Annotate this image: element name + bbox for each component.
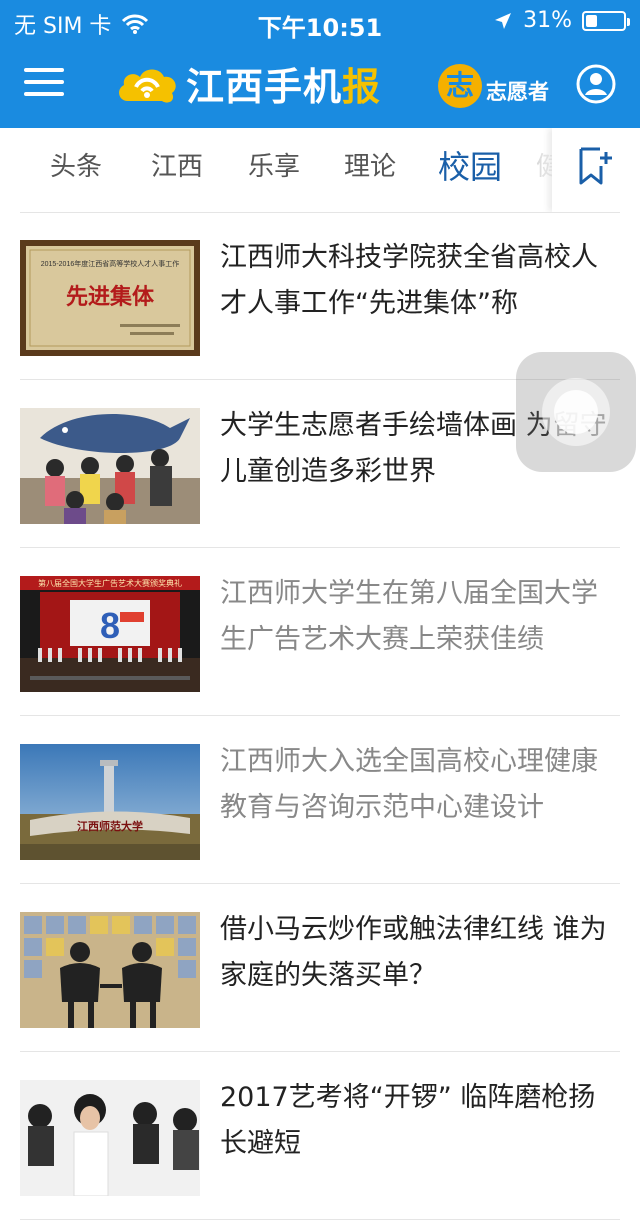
news-title: 江西师大学生在第八届全国大学生广告艺术大赛上荣获佳绩 [220,578,598,655]
volunteer-button[interactable]: 志 志愿者 [438,64,549,108]
app-title: 江西手机 [186,65,343,109]
assistive-touch-button[interactable] [516,352,636,472]
app-title-accent: 报 [342,65,382,109]
news-thumbnail [20,408,200,524]
tab-lilun[interactable]: 理论 [344,146,396,183]
logo-cloud-icon [119,69,176,103]
user-profile-icon[interactable] [576,64,616,104]
thumb-screen-text: 8 [100,605,120,646]
news-item[interactable]: 2017艺考将“开锣” 临阵磨枪扬长避短 [20,1053,620,1220]
news-item[interactable]: 第八届全国大学生广告艺术大赛颁奖典礼 8 江西师大学生在第八届全国大学生广告艺术… [20,549,620,716]
volunteer-label: 志愿者 [486,80,549,104]
app-bar: 江西手机报 志 志愿者 [0,40,640,128]
status-bar: 无 SIM 卡 下午10:51 31% [0,0,640,42]
news-title: 2017艺考将“开锣” 临阵磨枪扬长避短 [220,1082,596,1159]
menu-icon[interactable] [24,66,64,98]
news-item[interactable]: 江西师范大学 江西师大入选全国高校心理健康教育与咨询示范中心建设计 [20,717,620,884]
tab-jiangxi[interactable]: 江西 [151,146,203,183]
tab-toutiao[interactable]: 头条 [50,146,102,183]
news-title: 借小马云炒作或触法律红线 谁为家庭的失落买单？ [220,914,607,991]
news-thumbnail [20,1080,200,1196]
news-thumbnail: 第八届全国大学生广告艺术大赛颁奖典礼 8 [20,576,200,692]
thumb-award-text: 先进集体 [66,284,155,310]
add-channel-button[interactable] [552,128,640,212]
app-header: 无 SIM 卡 下午10:51 31% 江西手机报 志 志愿者 [0,0,640,128]
bookmark-add-icon [579,147,612,185]
news-item[interactable]: 借小马云炒作或触法律红线 谁为家庭的失落买单？ [20,885,620,1052]
thumb-sign-text: 江西师范大学 [77,819,143,833]
category-tabs: 头条 江西 乐享 理论 校园 健 [0,128,640,212]
thumb-banner-text: 第八届全国大学生广告艺术大赛颁奖典礼 [38,578,182,588]
app-logo: 江西手机报 [114,56,381,111]
thumb-award-year: 2015-2016年度江西省高等学校人才人事工作 [41,259,179,268]
news-title: 江西师大入选全国高校心理健康教育与咨询示范中心建设计 [220,746,598,823]
tab-xiaoyuan[interactable]: 校园 [438,142,502,188]
volunteer-badge-icon: 志 [438,64,482,108]
location-arrow-icon [495,12,512,29]
battery-percent: 31% [523,8,572,33]
news-thumbnail: 2015-2016年度江西省高等学校人才人事工作 先进集体 [20,240,200,356]
tab-lexiang[interactable]: 乐享 [248,146,300,183]
battery-icon [582,10,630,31]
news-thumbnail [20,912,200,1028]
news-thumbnail: 江西师范大学 [20,744,200,860]
news-title: 江西师大科技学院获全省高校人才人事工作“先进集体”称 [220,242,598,319]
